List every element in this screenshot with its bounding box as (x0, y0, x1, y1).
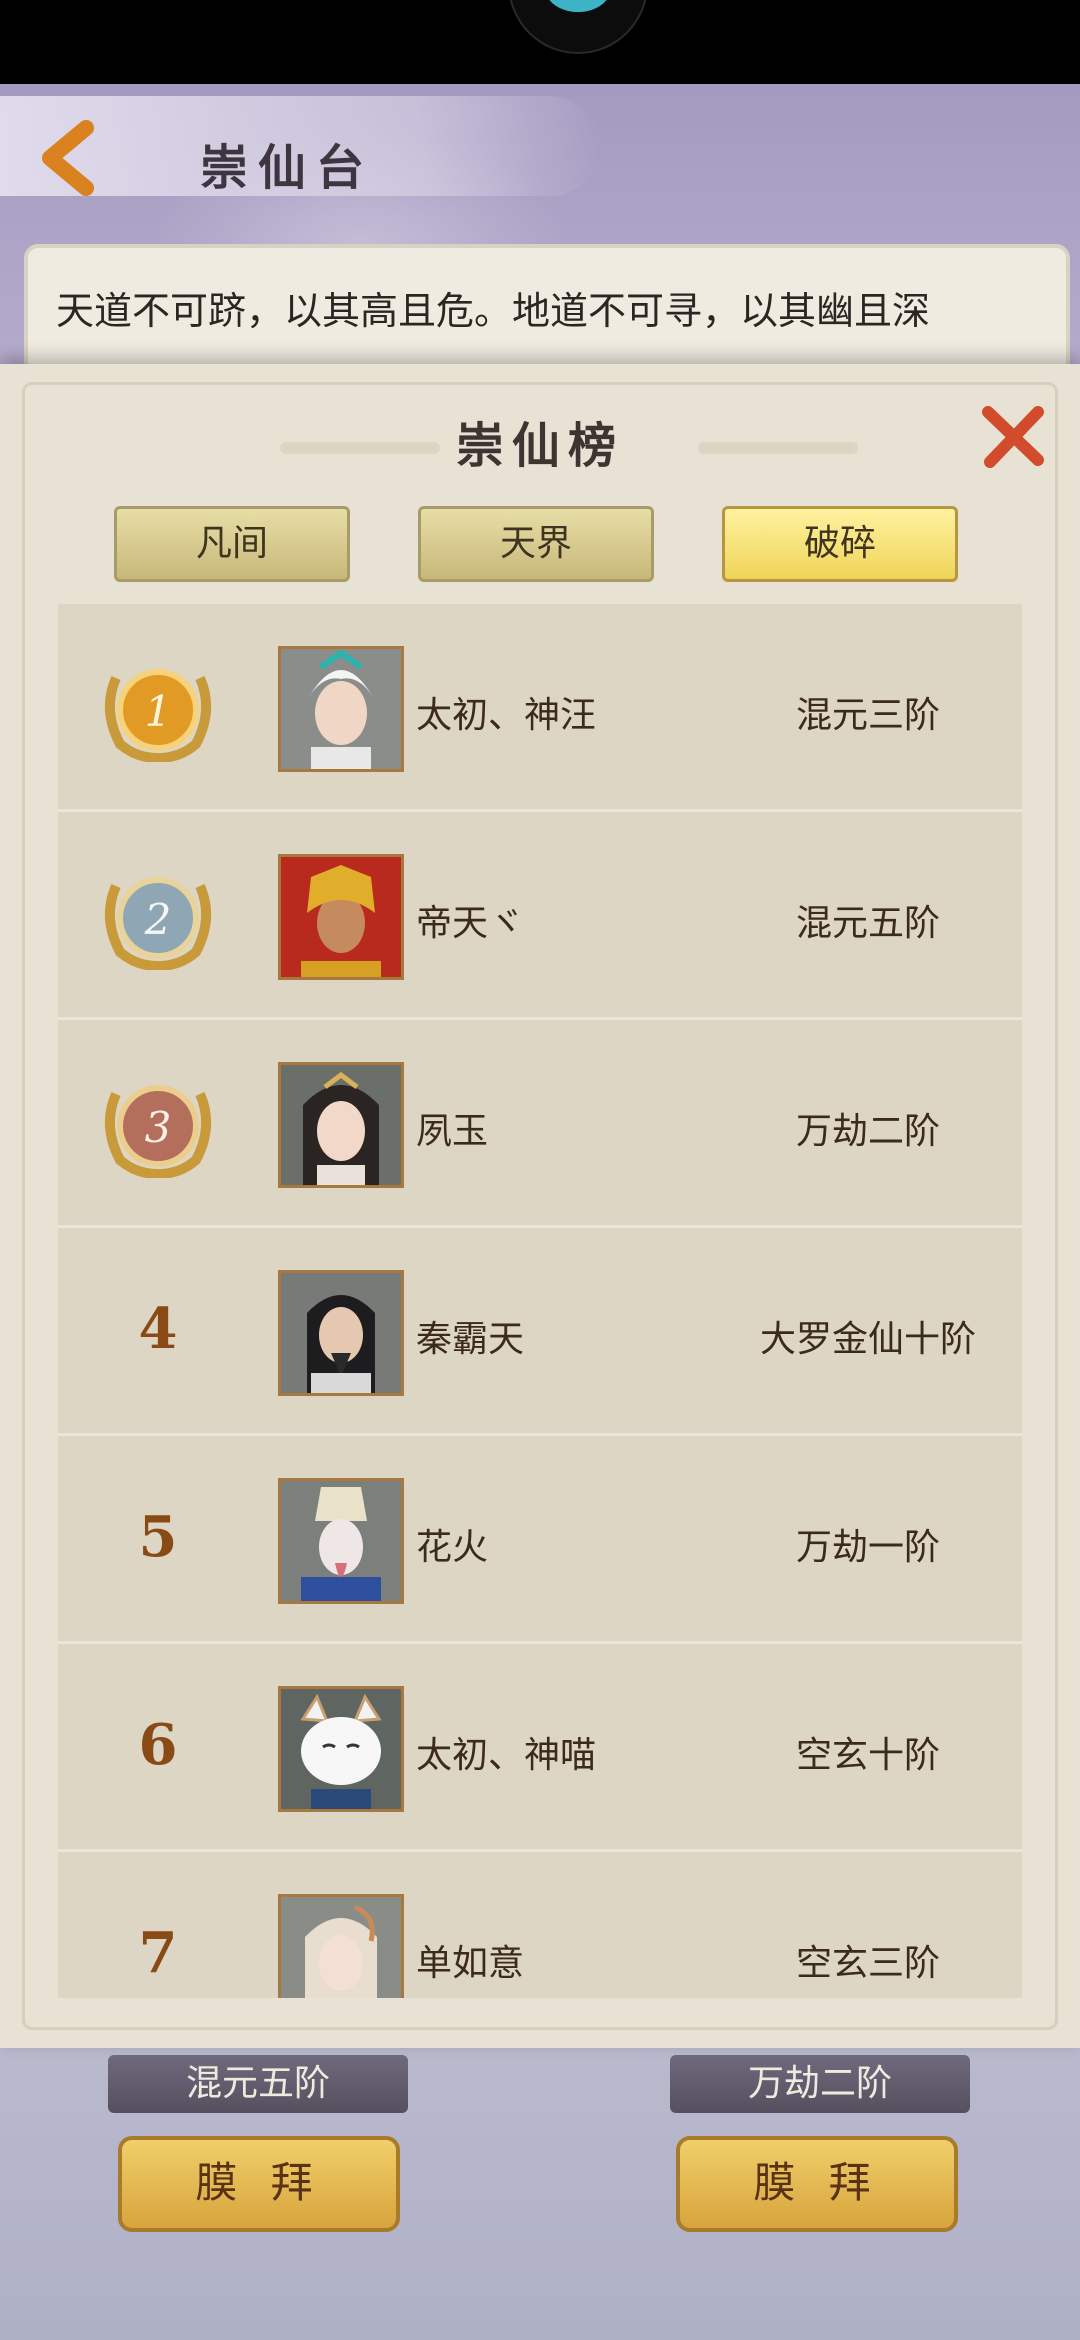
tab-shatter[interactable]: 破碎 (722, 506, 958, 582)
rank-number: 7 (138, 1920, 178, 1986)
avatar[interactable] (278, 1270, 404, 1396)
page-title: 崇仙台 (200, 140, 375, 196)
ranking-row[interactable]: 4 秦霸天 大罗金仙十阶 (58, 1228, 1022, 1436)
ranking-row[interactable]: 3 夙玉 万劫二阶 (58, 1020, 1022, 1228)
avatar[interactable] (278, 1686, 404, 1812)
avatar[interactable] (278, 854, 404, 980)
player-name: 单如意 (416, 1943, 525, 1984)
ranking-row[interactable]: 6 太初、神喵 空玄十阶 (58, 1644, 1022, 1852)
player-realm: 万劫二阶 (795, 1111, 940, 1152)
avatar-portrait-icon (281, 1897, 401, 1998)
tab-mortal[interactable]: 凡间 (114, 506, 350, 582)
ranking-modal: 崇仙榜 凡间 天界 破碎 1 太初、神汪 混元三阶 2 帝天ヾ 混元五阶 3 夙… (0, 364, 1080, 2048)
medal-number: 3 (145, 1103, 172, 1152)
rank-number: 5 (138, 1504, 178, 1570)
intro-text: 天道不可跻，以其高且危。地道不可寻，以其幽且深 (56, 289, 931, 333)
player-realm: 空玄十阶 (795, 1735, 940, 1776)
player-name: 太初、神汪 (416, 695, 597, 736)
avatar[interactable] (278, 1478, 404, 1604)
worship-button-right[interactable]: 膜 拜 (676, 2136, 958, 2232)
player-name: 秦霸天 (416, 1319, 525, 1360)
avatar-portrait-icon (281, 1065, 401, 1185)
avatar-portrait-icon (281, 649, 401, 769)
right-realm-label: 万劫二阶 (670, 2055, 970, 2113)
medal-number: 2 (144, 895, 172, 944)
mascot-icon (508, 0, 648, 54)
ranking-list[interactable]: 1 太初、神汪 混元三阶 2 帝天ヾ 混元五阶 3 夙玉 万劫二阶 4 秦霸天 … (58, 604, 1022, 1998)
silver-medal-icon: 2 (104, 877, 212, 970)
gold-medal-icon: 1 (104, 669, 212, 762)
player-realm: 混元五阶 (795, 903, 940, 944)
avatar[interactable] (278, 646, 404, 772)
left-realm-label: 混元五阶 (108, 2055, 408, 2113)
avatar-portrait-icon (281, 1689, 401, 1809)
tab-heaven[interactable]: 天界 (418, 506, 654, 582)
worship-button-left[interactable]: 膜 拜 (118, 2136, 400, 2232)
avatar-portrait-icon (281, 1481, 401, 1601)
ranking-row[interactable]: 5 花火 万劫一阶 (58, 1436, 1022, 1644)
player-name: 花火 (416, 1527, 489, 1568)
player-name: 太初、神喵 (416, 1735, 597, 1776)
medal-number: 1 (145, 687, 172, 736)
rank-number: 4 (138, 1296, 178, 1362)
modal-title: 崇仙榜 (455, 418, 624, 474)
intro-box: 天道不可跻，以其高且危。地道不可寻，以其幽且深 (24, 244, 1070, 374)
tab-bar: 凡间 天界 破碎 (0, 506, 1080, 582)
ranking-row[interactable]: 2 帝天ヾ 混元五阶 (58, 812, 1022, 1020)
close-icon[interactable] (978, 402, 1048, 472)
avatar-portrait-icon (281, 1273, 401, 1393)
avatar[interactable] (278, 1062, 404, 1188)
rank-number: 6 (138, 1712, 178, 1778)
ranking-row[interactable]: 1 太初、神汪 混元三阶 (58, 604, 1022, 812)
avatar[interactable] (278, 1894, 404, 1998)
player-name: 夙玉 (416, 1111, 489, 1152)
player-realm: 混元三阶 (795, 695, 940, 736)
status-bar (0, 0, 1080, 84)
player-realm: 大罗金仙十阶 (759, 1319, 976, 1360)
player-name: 帝天ヾ (416, 903, 525, 944)
player-realm: 万劫一阶 (795, 1527, 940, 1568)
player-realm: 空玄三阶 (795, 1943, 940, 1984)
back-arrow-icon[interactable] (28, 118, 108, 198)
bronze-medal-icon: 3 (104, 1085, 212, 1178)
avatar-portrait-icon (281, 857, 401, 977)
ranking-row[interactable]: 7 单如意 空玄三阶 (58, 1852, 1022, 1998)
